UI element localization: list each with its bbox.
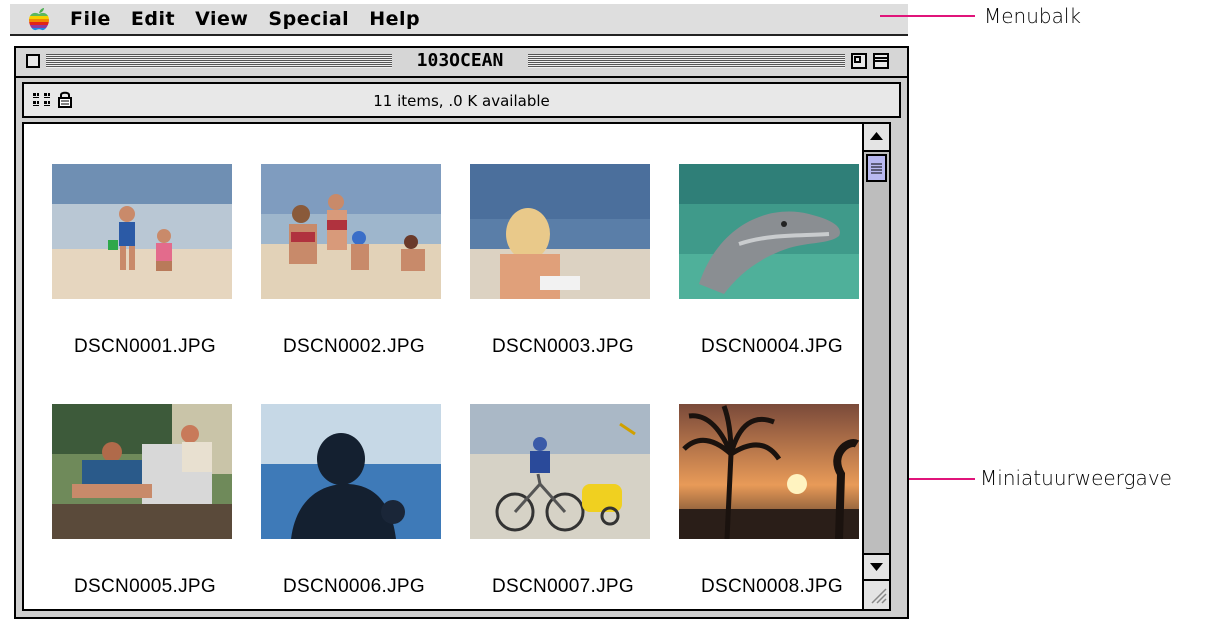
file-name[interactable]: DSCN0007.JPG: [458, 576, 668, 598]
file-name[interactable]: DSCN0003.JPG: [458, 336, 668, 358]
thumbnail-view[interactable]: DSCN0001.JPG DSCN0002.JPG DSCN0003.JPG D…: [22, 122, 862, 611]
file-item[interactable]: DSCN0004.JPG: [667, 164, 867, 364]
thumbnail-callout-label: Miniatuurweergave: [980, 466, 1172, 490]
scroll-thumb[interactable]: [866, 154, 887, 182]
menubar-callout-line: [880, 15, 975, 17]
menubar-callout-label: Menubalk: [984, 4, 1082, 28]
status-text: 11 items, .0 K available: [373, 92, 550, 110]
file-name[interactable]: DSCN0006.JPG: [249, 576, 459, 598]
file-item[interactable]: DSCN0005.JPG: [40, 404, 240, 604]
file-name[interactable]: DSCN0008.JPG: [667, 576, 877, 598]
vertical-scrollbar[interactable]: [862, 122, 891, 611]
file-item[interactable]: DSCN0008.JPG: [667, 404, 867, 604]
finder-window: 103OCEAN 11 items, .0 K available DSCN00…: [14, 46, 909, 619]
file-thumbnail[interactable]: [261, 404, 441, 539]
window-info-bar: 11 items, .0 K available: [22, 82, 901, 118]
file-thumbnail[interactable]: [470, 404, 650, 539]
scroll-down-button[interactable]: [864, 553, 889, 581]
file-thumbnail[interactable]: [470, 164, 650, 299]
title-bar[interactable]: 103OCEAN: [16, 48, 907, 78]
collapse-box[interactable]: [873, 53, 889, 69]
file-item[interactable]: DSCN0001.JPG: [40, 164, 240, 364]
file-thumbnail[interactable]: [679, 164, 859, 299]
menu-view[interactable]: View: [195, 8, 248, 30]
resize-grip-icon: [871, 588, 887, 604]
file-name[interactable]: DSCN0005.JPG: [40, 576, 250, 598]
menu-help[interactable]: Help: [369, 8, 420, 30]
title-stripes-left: [46, 54, 392, 68]
resize-handle[interactable]: [864, 579, 889, 609]
menu-edit[interactable]: Edit: [131, 8, 175, 30]
file-name[interactable]: DSCN0002.JPG: [249, 336, 459, 358]
scroll-up-button[interactable]: [864, 124, 889, 152]
apple-menu-icon[interactable]: [28, 7, 50, 31]
arrow-down-icon: [870, 563, 883, 571]
file-item[interactable]: DSCN0002.JPG: [249, 164, 449, 364]
zoom-box[interactable]: [851, 53, 867, 69]
file-name[interactable]: DSCN0004.JPG: [667, 336, 877, 358]
file-item[interactable]: DSCN0006.JPG: [249, 404, 449, 604]
grip-icon: [871, 163, 882, 174]
window-title: 103OCEAN: [394, 50, 526, 72]
close-box[interactable]: [26, 54, 40, 68]
file-item[interactable]: DSCN0007.JPG: [458, 404, 658, 604]
menu-special[interactable]: Special: [268, 8, 349, 30]
file-thumbnail[interactable]: [52, 164, 232, 299]
arrow-up-icon: [870, 132, 883, 140]
file-thumbnail[interactable]: [679, 404, 859, 539]
file-thumbnail[interactable]: [261, 164, 441, 299]
file-thumbnail[interactable]: [52, 404, 232, 539]
menu-bar: File Edit View Special Help: [10, 4, 908, 36]
title-stripes-right: [528, 54, 845, 68]
menu-file[interactable]: File: [70, 8, 111, 30]
file-item[interactable]: DSCN0003.JPG: [458, 164, 658, 364]
file-name[interactable]: DSCN0001.JPG: [40, 336, 250, 358]
